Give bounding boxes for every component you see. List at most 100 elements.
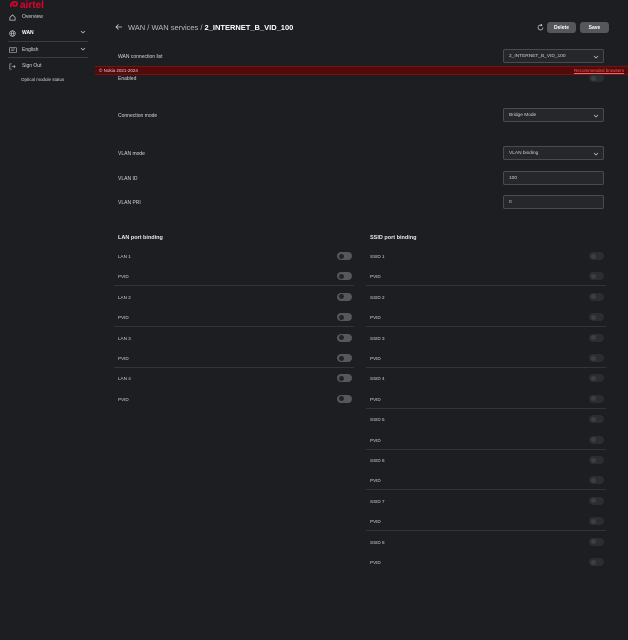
sidebar-item-sign-out[interactable]: Sign Out	[8, 61, 41, 71]
sidebar-item-language[interactable]: English	[8, 45, 86, 55]
binding-row-toggle[interactable]	[589, 435, 604, 444]
row-divider	[366, 285, 606, 287]
row-divider	[366, 367, 606, 368]
chevron-down-icon[interactable]	[80, 29, 86, 37]
binding-row-label: PVID	[118, 396, 129, 402]
row-divider	[114, 285, 354, 287]
binding-row-toggle[interactable]	[337, 333, 352, 342]
chevron-down-icon[interactable]	[80, 46, 86, 54]
binding-row-label: PVID	[370, 315, 381, 321]
binding-row-toggle[interactable]	[337, 252, 352, 260]
binding-row-label: PVID	[370, 478, 381, 484]
row-divider	[366, 448, 606, 450]
binding-row-toggle[interactable]	[589, 537, 604, 546]
binding-row-label: SSID 1	[370, 254, 385, 259]
lan-binding-title: LAN port binding	[118, 235, 163, 241]
binding-row-label: PVID	[370, 396, 381, 402]
back-arrow-icon[interactable]	[114, 22, 124, 32]
binding-row-label: PVID	[118, 356, 129, 361]
binding-row-label: PVID	[370, 274, 381, 280]
binding-row-label: LAN 2	[118, 294, 131, 300]
binding-row-label: LAN 4	[118, 376, 131, 382]
language-icon	[8, 46, 17, 55]
sidebar-item-label: Sign Out	[22, 63, 42, 69]
binding-row-toggle[interactable]	[337, 354, 352, 362]
binding-row-toggle[interactable]	[337, 272, 352, 281]
vlan-pri-input[interactable]: 0	[503, 195, 604, 209]
breadcrumb-path[interactable]: WAN / WAN services /	[128, 23, 205, 32]
binding-row-label: PVID	[370, 437, 381, 443]
binding-row-toggle[interactable]	[337, 313, 352, 322]
vlan-mode-label: VLAN mode	[118, 151, 145, 157]
binding-row-toggle[interactable]	[589, 517, 604, 526]
binding-row-toggle[interactable]	[589, 374, 604, 383]
binding-row-label: PVID	[370, 560, 381, 565]
binding-row-toggle[interactable]	[337, 394, 352, 403]
brand-name: airtel	[20, 0, 44, 11]
save-button[interactable]: Save	[580, 22, 609, 33]
sidebar-item-label: English	[22, 47, 39, 53]
binding-row-toggle[interactable]	[589, 558, 604, 566]
binding-row-toggle[interactable]	[589, 476, 604, 485]
binding-row-label: PVID	[370, 356, 381, 361]
enabled-toggle[interactable]	[589, 74, 604, 82]
row-divider	[366, 489, 606, 491]
vlan-pri-value: 0	[509, 199, 512, 205]
binding-row-label: LAN 3	[118, 335, 131, 341]
binding-row-toggle[interactable]	[589, 456, 604, 464]
vlan-mode-select[interactable]: VLAN binding	[503, 146, 604, 160]
vlan-pri-label: VLAN PRI	[118, 200, 141, 206]
ssid-binding-title: SSID port binding	[370, 235, 417, 241]
binding-row-toggle[interactable]	[589, 313, 604, 322]
binding-row-toggle[interactable]	[589, 354, 604, 362]
recommended-browsers-link[interactable]: Recommended browsers	[574, 68, 624, 73]
binding-row-label: SSID 6	[370, 458, 385, 463]
sidebar-item-overview[interactable]: Overview	[8, 12, 43, 22]
binding-row-toggle[interactable]	[589, 394, 604, 403]
sidebar-sub-item-optical-module[interactable]: Optical module status	[21, 77, 64, 82]
binding-row-toggle[interactable]	[589, 333, 604, 342]
binding-row-label: SSID 2	[370, 294, 385, 300]
wan-connection-value: 2_INTERNET_B_VID_100	[509, 53, 566, 59]
vlan-id-input[interactable]: 100	[503, 171, 604, 185]
copyright-text: © Nokia 2021-2024	[99, 68, 138, 73]
binding-row-label: SSID 4	[370, 376, 385, 382]
binding-row-label: PVID	[118, 315, 129, 321]
row-divider	[114, 367, 354, 368]
binding-row-toggle[interactable]	[589, 292, 604, 301]
binding-row-toggle[interactable]	[589, 272, 604, 281]
binding-row-toggle[interactable]	[337, 292, 352, 301]
vlan-mode-value: VLAN binding	[509, 150, 539, 156]
sidebar-item-wan[interactable]: WAN	[8, 28, 86, 38]
copyright-banner: © Nokia 2021-2024 Recommended browsers	[95, 66, 628, 75]
wan-connection-select[interactable]: 2_INTERNET_B_VID_100	[503, 49, 604, 63]
delete-button[interactable]: Delete	[547, 22, 576, 33]
binding-row-label: SSID 5	[370, 417, 385, 423]
row-divider	[366, 326, 606, 328]
row-divider	[366, 407, 606, 409]
chevron-down-icon	[593, 151, 599, 159]
airtel-logo: airtel	[9, 0, 44, 11]
chevron-down-icon	[593, 113, 599, 121]
binding-row-label: PVID	[118, 274, 129, 280]
binding-row-label: LAN 1	[118, 254, 131, 259]
binding-row-toggle[interactable]	[589, 496, 604, 505]
sign-out-icon	[8, 62, 17, 71]
wan-connection-list-label: WAN connection list	[118, 54, 163, 60]
binding-row-label: SSID 7	[370, 498, 385, 504]
binding-row-toggle[interactable]	[589, 415, 604, 424]
connection-mode-select[interactable]: Bridge Mode	[503, 108, 604, 122]
binding-row-toggle[interactable]	[589, 252, 604, 260]
enabled-label: Enabled	[118, 76, 137, 82]
chevron-down-icon	[593, 54, 599, 62]
binding-row-toggle[interactable]	[337, 374, 352, 383]
sidebar-item-label: WAN	[22, 30, 34, 36]
sidebar-divider	[8, 41, 88, 42]
refresh-icon[interactable]	[536, 23, 545, 32]
sidebar-item-label: Overview	[22, 14, 43, 20]
breadcrumb: WAN / WAN services / 2_INTERNET_B_VID_10…	[128, 23, 293, 32]
vlan-id-label: VLAN ID	[118, 176, 138, 182]
binding-row-label: PVID	[370, 519, 381, 525]
binding-row-label: SSID 8	[370, 539, 385, 545]
page-title: 2_INTERNET_B_VID_100	[204, 23, 294, 32]
